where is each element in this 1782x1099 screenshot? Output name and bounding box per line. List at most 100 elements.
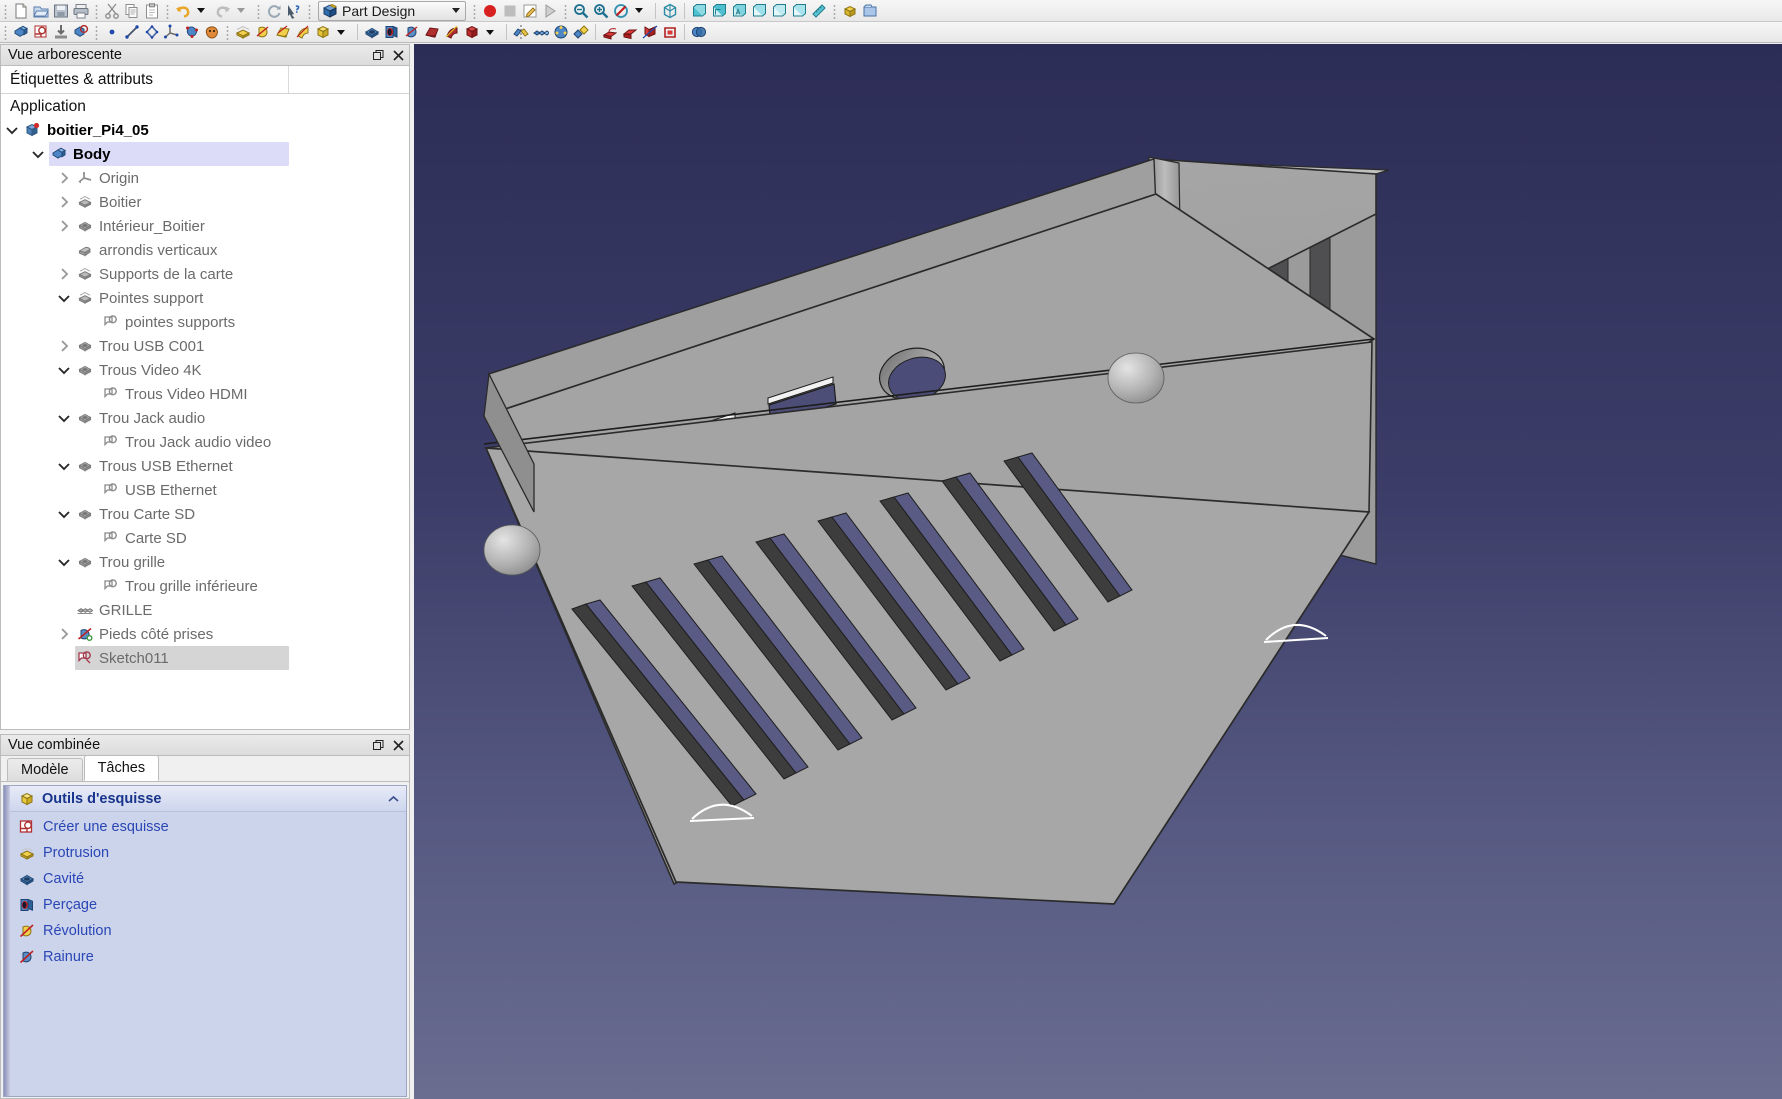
toolbar-handle[interactable]	[3, 2, 8, 19]
attach-sketch-icon[interactable]	[51, 23, 71, 42]
create-body-icon[interactable]	[11, 23, 31, 42]
close-icon[interactable]	[389, 46, 407, 64]
copy-icon[interactable]	[122, 1, 142, 20]
shapebinder-icon[interactable]	[182, 23, 202, 42]
tree-item-trous-video-4k[interactable]: Trous Video 4K	[1, 358, 409, 382]
tree-item-sketch011[interactable]: Sketch011	[1, 646, 409, 670]
tree-item-pointes-support[interactable]: Pointes support	[1, 286, 409, 310]
groove-icon[interactable]	[402, 23, 422, 42]
toolbar-handle-6[interactable]	[472, 2, 477, 19]
refresh-icon[interactable]	[264, 1, 284, 20]
plane-datum-icon[interactable]	[142, 23, 162, 42]
tree-item-row[interactable]: pointes supports	[101, 312, 235, 332]
tree-item-row[interactable]: Origin	[75, 168, 139, 188]
tree-item-boitier[interactable]: Boitier	[1, 190, 409, 214]
redo-icon[interactable]	[213, 1, 233, 20]
tree-item-trou-carte-sd[interactable]: Trou Carte SD	[1, 502, 409, 526]
chevron-down-icon[interactable]	[27, 142, 49, 166]
chevron-down-icon[interactable]	[53, 550, 75, 574]
tab-mod-le[interactable]: Modèle	[7, 758, 83, 781]
tree-item-row[interactable]: Trou Carte SD	[75, 504, 195, 524]
pd-handle-3[interactable]	[225, 24, 230, 40]
tree-item-trou-usb-c001[interactable]: Trou USB C001	[1, 334, 409, 358]
paste-icon[interactable]	[142, 1, 162, 20]
tree-item-row[interactable]: Trou USB C001	[75, 336, 204, 356]
tree-item-trou-jack-audio[interactable]: Trou Jack audio	[1, 406, 409, 430]
measure-icon[interactable]	[809, 1, 829, 20]
tab-t-ches[interactable]: Tâches	[83, 755, 160, 781]
macro-execute-icon[interactable]	[540, 1, 560, 20]
restore-icon[interactable]	[369, 736, 387, 754]
chevron-right-icon[interactable]	[53, 214, 75, 238]
tree-item-arrondis-verticaux[interactable]: arrondis verticaux	[1, 238, 409, 262]
fit-all-icon[interactable]	[571, 1, 591, 20]
chevron-down-icon[interactable]	[53, 286, 75, 310]
task-item-protrusion[interactable]: Protrusion	[10, 840, 406, 866]
fillet-icon[interactable]	[600, 23, 620, 42]
pd-handle-2[interactable]	[94, 24, 99, 40]
tree-item-row[interactable]: Carte SD	[101, 528, 187, 548]
pd-handle-1[interactable]	[3, 24, 8, 40]
open-document-icon[interactable]	[31, 1, 51, 20]
tree-item-int-rieur-boitier[interactable]: Intérieur_Boitier	[1, 214, 409, 238]
tree-item-grille[interactable]: GRILLE	[1, 598, 409, 622]
tree-item-boitier-pi4-05[interactable]: boitier_Pi4_05	[1, 118, 409, 142]
tree-item-row[interactable]: Boitier	[75, 192, 142, 212]
tree-item-row[interactable]: Trou grille inférieure	[101, 576, 258, 596]
whats-this-icon[interactable]	[284, 1, 304, 20]
additive-dropdown-icon[interactable]	[333, 23, 353, 42]
tree-item-row[interactable]: Trou Jack audio video	[101, 432, 271, 452]
task-group-header[interactable]: Outils d'esquisse	[10, 786, 406, 812]
combined-view-tabs[interactable]: Modèle Tâches	[1, 755, 409, 782]
tree-item-row[interactable]: Body	[49, 142, 289, 166]
pocket-icon[interactable]	[362, 23, 382, 42]
chevron-down-icon[interactable]	[53, 502, 75, 526]
tree-item-list[interactable]: boitier_Pi4_05 Body Origin Boitier Intérieur…	[1, 118, 409, 670]
redo-dropdown-icon[interactable]	[233, 1, 253, 20]
draw-style-dropdown-icon[interactable]	[631, 1, 651, 20]
new-document-icon[interactable]	[11, 1, 31, 20]
left-view-icon[interactable]	[789, 1, 809, 20]
clone-icon[interactable]	[202, 23, 222, 42]
tree-item-row[interactable]: USB Ethernet	[101, 480, 217, 500]
toolbar-handle-8[interactable]	[832, 2, 837, 19]
additive-pipe-icon[interactable]	[293, 23, 313, 42]
subtractive-primitive-icon[interactable]	[462, 23, 482, 42]
toolbar-handle-5[interactable]	[307, 2, 312, 19]
tree-item-trou-grille[interactable]: Trou grille	[1, 550, 409, 574]
task-item-list[interactable]: Créer une esquisse Protrusion Cavité Perçag…	[10, 812, 406, 1096]
chevron-right-icon[interactable]	[53, 622, 75, 646]
draw-style-icon[interactable]	[611, 1, 631, 20]
subtractive-dropdown-icon[interactable]	[482, 23, 502, 42]
3d-viewport[interactable]	[414, 44, 1782, 1099]
chamfer-icon[interactable]	[620, 23, 640, 42]
tree-item-row[interactable]: Trou grille	[75, 552, 165, 572]
fit-selection-icon[interactable]	[591, 1, 611, 20]
tree-item-trous-usb-ethernet[interactable]: Trous USB Ethernet	[1, 454, 409, 478]
close-icon[interactable]	[389, 736, 407, 754]
additive-primitive-icon[interactable]	[313, 23, 333, 42]
macro-edit-icon[interactable]	[520, 1, 540, 20]
thickness-icon[interactable]	[660, 23, 680, 42]
tree-item-usb-ethernet[interactable]: USB Ethernet	[1, 478, 409, 502]
tree-item-supports-de-la-carte[interactable]: Supports de la carte	[1, 262, 409, 286]
tree-item-pointes-supports[interactable]: pointes supports	[1, 310, 409, 334]
undo-icon[interactable]	[173, 1, 193, 20]
pad-icon[interactable]	[233, 23, 253, 42]
tree-item-carte-sd[interactable]: Carte SD	[1, 526, 409, 550]
draft-icon[interactable]	[640, 23, 660, 42]
task-item-per-age[interactable]: Perçage	[10, 892, 406, 918]
multitransform-icon[interactable]	[571, 23, 591, 42]
save-document-icon[interactable]	[51, 1, 71, 20]
chevron-right-icon[interactable]	[53, 190, 75, 214]
axonometric-view-icon[interactable]	[660, 1, 680, 20]
print-document-icon[interactable]	[71, 1, 91, 20]
right-view-icon[interactable]	[729, 1, 749, 20]
additive-loft-icon[interactable]	[273, 23, 293, 42]
chevron-down-icon[interactable]	[53, 358, 75, 382]
workbench-selector[interactable]: Part Design	[318, 0, 466, 21]
point-datum-icon[interactable]	[102, 23, 122, 42]
local-coordinate-system-icon[interactable]	[162, 23, 182, 42]
chevron-down-icon[interactable]	[53, 454, 75, 478]
tree-item-row[interactable]: Trou Jack audio	[75, 408, 205, 428]
